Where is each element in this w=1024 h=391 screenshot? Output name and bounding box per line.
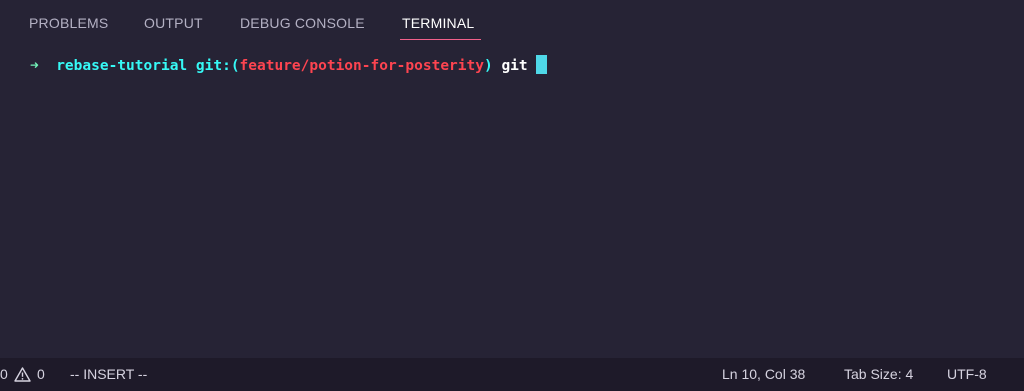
panel-tab-bar: PROBLEMS OUTPUT DEBUG CONSOLE TERMINAL (0, 0, 1024, 46)
errors-count[interactable]: 0 (0, 366, 8, 382)
terminal-cursor (536, 55, 548, 74)
tab-problems[interactable]: PROBLEMS (29, 15, 108, 31)
tab-terminal[interactable]: TERMINAL (402, 15, 474, 31)
warning-icon[interactable] (14, 367, 31, 382)
bottom-panel: PROBLEMS OUTPUT DEBUG CONSOLE TERMINAL ➜… (0, 0, 1024, 358)
terminal-command-input[interactable]: git (501, 58, 527, 74)
vim-mode-indicator: -- INSERT -- (70, 366, 148, 382)
tab-debug-console[interactable]: DEBUG CONSOLE (240, 15, 365, 31)
prompt-directory: rebase-tutorial (56, 58, 188, 74)
warnings-count[interactable]: 0 (37, 366, 45, 382)
terminal-prompt-line: ➜ rebase-tutorial git:(feature/potion-fo… (30, 55, 548, 77)
active-tab-indicator (400, 39, 481, 40)
prompt-paren-open: ( (230, 58, 240, 74)
status-bar: 0 0 -- INSERT -- Ln 10, Col 38 Tab Size:… (0, 358, 1024, 391)
tab-output[interactable]: OUTPUT (144, 15, 203, 31)
cursor-position[interactable]: Ln 10, Col 38 (722, 366, 805, 382)
prompt-arrow-icon: ➜ (30, 58, 39, 74)
encoding-indicator[interactable]: UTF-8 (947, 366, 987, 382)
tab-size-indicator[interactable]: Tab Size: 4 (844, 366, 913, 382)
terminal-area[interactable]: ➜ rebase-tutorial git:(feature/potion-fo… (0, 46, 1024, 358)
prompt-git-label: git: (195, 58, 231, 74)
prompt-branch: feature/potion-for-posterity (239, 58, 484, 74)
prompt-paren-close: ) (483, 58, 493, 74)
